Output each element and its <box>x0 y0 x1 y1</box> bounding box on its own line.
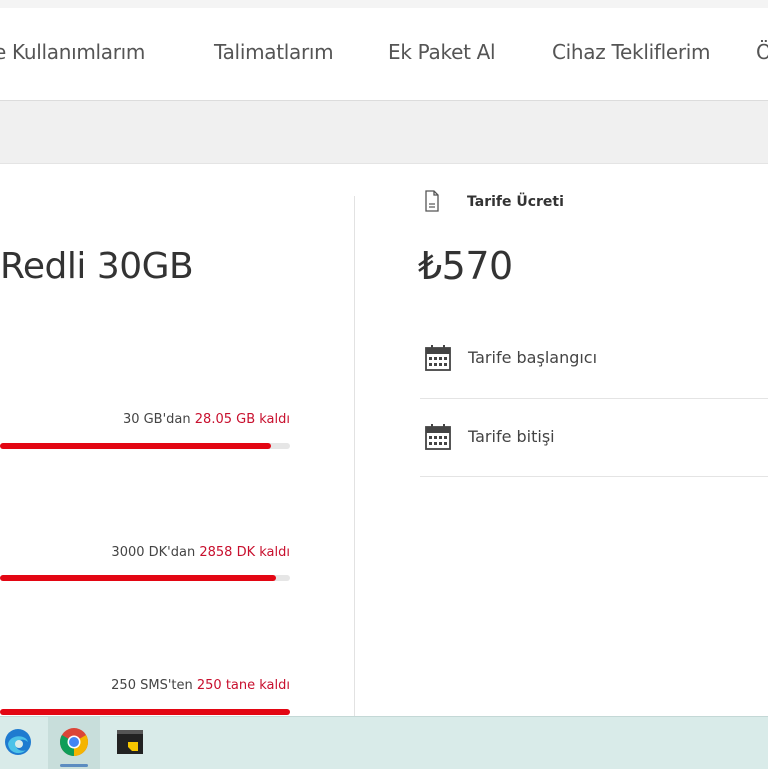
nav-item-talimatlarim[interactable]: Talimatlarım <box>214 40 334 64</box>
taskbar-app-button[interactable] <box>104 717 156 769</box>
usage-minutes-text: 3000 DK'dan 2858 DK kaldı <box>111 545 290 560</box>
usage-data-fill <box>0 443 272 449</box>
row-divider <box>420 476 768 477</box>
usage-sms-fill <box>0 709 290 715</box>
calendar-icon <box>425 424 451 450</box>
column-divider <box>354 196 355 716</box>
usage-data-text: 30 GB'dan 28.05 GB kaldı <box>123 412 290 427</box>
usage-minutes-fill <box>0 575 277 581</box>
nav-item-ek-paket-al[interactable]: Ek Paket Al <box>388 40 496 64</box>
sub-header-bar <box>0 101 768 164</box>
tariff-start-row: Tarife başlangıcı <box>420 320 768 398</box>
nav-item-kullanimlarim[interactable]: e Kullanımlarım <box>0 40 145 64</box>
edge-icon <box>5 729 31 755</box>
tariff-fee-label: Tarife Ücreti <box>467 194 564 210</box>
usage-sms-text: 250 SMS'ten 250 tane kaldı <box>111 678 290 693</box>
usage-minutes-track <box>0 575 290 581</box>
document-icon <box>425 190 439 212</box>
usage-data-remaining: 28.05 GB kaldı <box>194 412 290 427</box>
top-strip <box>0 0 768 8</box>
taskbar-edge-button[interactable] <box>0 717 44 769</box>
taskbar-chrome-button[interactable] <box>48 717 100 769</box>
nav-item-cihaz-tekliflerim[interactable]: Cihaz Tekliflerim <box>552 40 711 64</box>
nav-item-overflow[interactable]: Ö <box>756 40 768 64</box>
sticky-app-icon <box>117 730 143 754</box>
usage-minutes-total: 3000 DK'dan <box>111 545 196 560</box>
top-navigation: e Kullanımlarım Talimatlarım Ek Paket Al… <box>0 0 768 101</box>
plan-name: Redli 30GB <box>0 246 194 287</box>
tariff-end-row: Tarife bitişi <box>420 399 768 477</box>
usage-sms-remaining: 250 tane kaldı <box>196 678 290 693</box>
usage-data-total: 30 GB'dan <box>122 412 191 427</box>
tariff-fee-value: ₺570 <box>418 244 513 288</box>
usage-sms-track <box>0 709 290 715</box>
calendar-icon <box>425 345 451 371</box>
usage-minutes-remaining: 2858 DK kaldı <box>199 545 290 560</box>
usage-sms-total: 250 SMS'ten <box>111 678 193 693</box>
usage-data-track <box>0 443 290 449</box>
tariff-end-label: Tarife bitişi <box>468 427 555 446</box>
chrome-icon <box>60 728 88 756</box>
taskbar <box>0 716 768 769</box>
active-indicator <box>60 764 88 767</box>
tariff-start-label: Tarife başlangıcı <box>468 348 598 367</box>
